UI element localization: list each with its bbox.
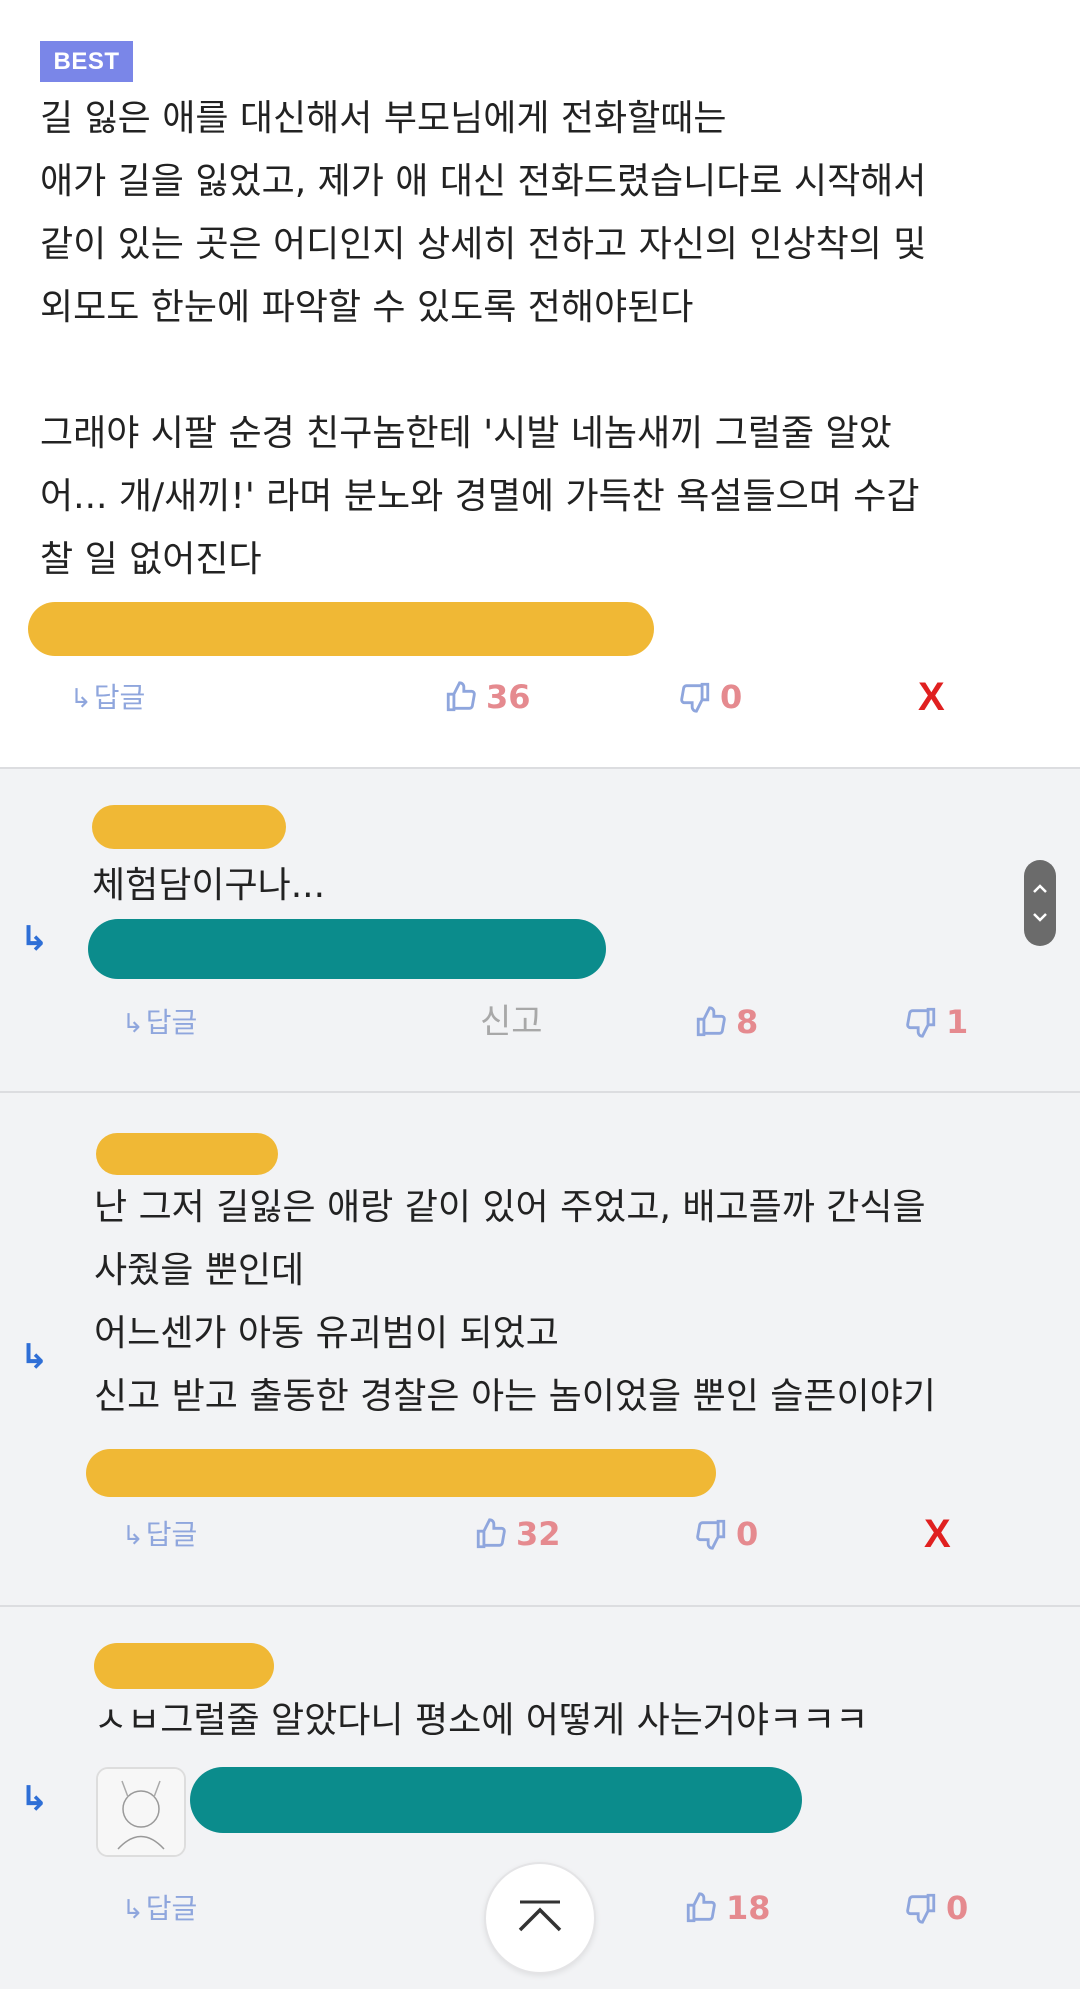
reply-button[interactable]: ↳답글 [70,678,145,719]
reply-text-line: 어느센가 아동 유괴범이 되었고 [94,1313,559,1354]
thumbs-down-icon [906,1893,936,1924]
thumbs-down-icon [680,682,710,713]
like-button[interactable]: 18 [684,1886,771,1930]
dislike-button[interactable]: 0 [678,675,742,719]
author-redaction [94,1643,274,1689]
reply-text-line: 난 그저 길잃은 애랑 같이 있어 주었고, 배고플까 간식을 [94,1187,926,1228]
reply-text-line: 사줬을 뿐인데 [94,1250,305,1291]
reply-button[interactable]: ↳답글 [122,1003,197,1044]
scroll-arrows-icon [1033,884,1047,922]
reply-arrow-icon: ↳ [70,684,92,714]
reply-arrow-icon: ↳ [122,1895,144,1925]
author-redaction [86,1449,716,1497]
reply-button[interactable]: ↳답글 [122,1889,197,1930]
scrollbar-thumb[interactable] [1024,860,1056,946]
author-redaction [92,805,286,849]
dislike-button[interactable]: 0 [694,1512,758,1556]
comment-text-line: 찰 일 없어진다 [40,539,262,580]
reply-text-line: 체험담이구나... [92,865,326,906]
best-badge: BEST [40,41,133,82]
like-button[interactable]: 32 [474,1512,561,1556]
reply-arrow-icon: ↳ [20,919,49,959]
thumbs-down-icon [696,1519,726,1550]
avatar-image [98,1769,184,1855]
author-redaction [190,1767,802,1833]
scroll-top-button[interactable] [484,1862,596,1974]
author-redaction [88,919,606,979]
dislike-button[interactable]: 1 [904,1000,968,1044]
comment-text-line: 같이 있는 곳은 어디인지 상세히 전하고 자신의 인상착의 및 [40,224,927,265]
thumbs-up-icon [476,1518,506,1549]
thumbs-up-icon [686,1892,716,1923]
dislike-button[interactable]: 0 [904,1886,968,1930]
reply-button[interactable]: ↳답글 [122,1515,197,1556]
reply-text-line: 신고 받고 출동한 경찰은 아는 놈이었을 뿐인 슬픈이야기 [94,1376,936,1417]
author-redaction [28,602,654,656]
author-redaction [96,1133,278,1175]
comment-text-line: 어... 개/새끼!' 라며 분노와 경멸에 가득찬 욕설들으며 수갑 [40,476,920,517]
chevron-up-icon [518,1900,562,1932]
report-button[interactable]: 신고 [480,1000,543,1044]
thumbs-up-icon [446,681,476,712]
delete-button[interactable]: X [918,675,945,719]
reply-card: 난 그저 길잃은 애랑 같이 있어 주었고, 배고플까 간식을 사줬을 뿐인데 … [0,1091,1080,1607]
reply-arrow-icon: ↳ [20,1779,49,1819]
reply-card: 체험담이구나... ↳ ↳답글 신고 8 1 [0,767,1080,1093]
comment-text-line: 외모도 한눈에 파악할 수 있도록 전해야된다 [40,287,694,328]
comment-text-line: 애가 길을 잃었고, 제가 애 대신 전화드렸습니다로 시작해서 [40,161,927,202]
comment-text-line: 그래야 시팔 순경 친구놈한테 '시발 네놈새끼 그럴줄 알았 [40,413,892,454]
reply-arrow-icon: ↳ [122,1521,144,1551]
reply-arrow-icon: ↳ [122,1009,144,1039]
reply-text-line: ㅅㅂ그럴줄 알았다니 평소에 어떻게 사는거야ㅋㅋㅋ [94,1700,869,1741]
avatar [96,1767,186,1857]
reply-arrow-icon: ↳ [20,1337,49,1377]
thumbs-up-icon [696,1006,726,1037]
comment-text-line: 길 잃은 애를 대신해서 부모님에게 전화할때는 [40,98,727,139]
like-button[interactable]: 8 [694,1000,758,1044]
like-button[interactable]: 36 [444,675,531,719]
delete-button[interactable]: X [924,1512,951,1556]
thumbs-down-icon [906,1007,936,1038]
